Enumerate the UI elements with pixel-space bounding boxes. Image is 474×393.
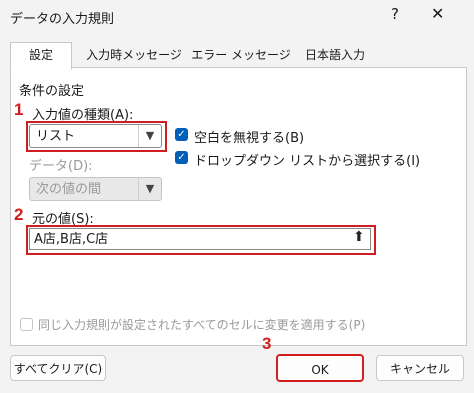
- clear-all-button[interactable]: すべてクリア(C): [10, 355, 106, 381]
- dropdown-label: ドロップダウン リストから選択する(I): [194, 154, 421, 169]
- callout-outline-allow: [26, 121, 167, 152]
- tab-error-message[interactable]: エラー メッセージ: [190, 42, 292, 69]
- data-label: データ(D):: [29, 159, 93, 174]
- tab-bar: 設定 入力時メッセージ エラー メッセージ 日本語入力: [10, 42, 465, 70]
- tab-ime[interactable]: 日本語入力: [294, 42, 376, 69]
- help-icon[interactable]: ?: [391, 5, 399, 23]
- callout-outline-source: [26, 225, 376, 255]
- dialog-title: データの入力規則: [10, 12, 115, 27]
- ignore-blank-label: 空白を無視する(B): [194, 131, 305, 146]
- title-bar: データの入力規則 ? ✕: [0, 0, 474, 34]
- callout-1: 1: [14, 100, 24, 119]
- group-title: 条件の設定: [19, 84, 85, 99]
- cancel-button[interactable]: キャンセル: [376, 355, 464, 381]
- tab-input-message[interactable]: 入力時メッセージ: [78, 42, 190, 69]
- callout-3: 3: [262, 334, 272, 353]
- ok-button[interactable]: OK: [276, 354, 364, 382]
- data-select-value: 次の値の間: [36, 182, 102, 197]
- callout-2: 2: [14, 205, 24, 224]
- ignore-blank-checkbox[interactable]: ✓: [175, 128, 188, 141]
- data-select: 次の値の間 ▼: [29, 177, 162, 201]
- close-icon[interactable]: ✕: [431, 4, 444, 23]
- tab-settings[interactable]: 設定: [10, 42, 72, 70]
- chevron-down-icon: ▼: [138, 178, 161, 200]
- apply-all-label: 同じ入力規則が設定されたすべてのセルに変更を適用する(P): [38, 318, 366, 332]
- dropdown-checkbox[interactable]: ✓: [175, 151, 188, 164]
- apply-all-checkbox: [20, 318, 33, 331]
